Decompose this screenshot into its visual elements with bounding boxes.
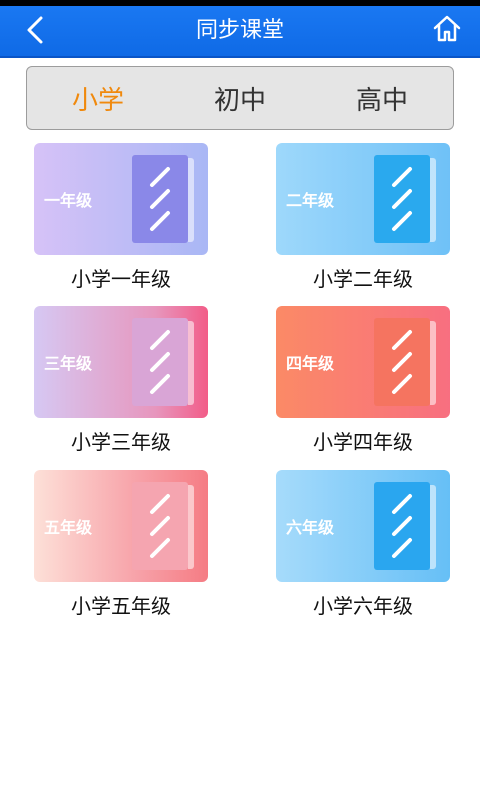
book-icon [132, 318, 194, 406]
book-icon [374, 482, 436, 570]
grade-card-2[interactable]: 二年级 [276, 143, 450, 255]
book-icon [374, 318, 436, 406]
grade-caption[interactable]: 小学一年级 [34, 263, 208, 292]
book-icon [132, 482, 194, 570]
tab-junior-high[interactable]: 初中 [169, 80, 311, 117]
book-icon [374, 155, 436, 243]
home-button[interactable] [430, 13, 464, 47]
grade-card-1[interactable]: 一年级 [34, 143, 208, 255]
book-icon [132, 155, 194, 243]
grade-card-6[interactable]: 六年级 [276, 470, 450, 582]
grade-card-label: 一年级 [44, 191, 93, 210]
school-level-tabs: 小学 初中 高中 [26, 66, 454, 130]
grade-card-label: 二年级 [286, 191, 335, 210]
grade-card-label: 三年级 [44, 354, 93, 373]
grade-caption[interactable]: 小学五年级 [34, 590, 208, 619]
grade-caption[interactable]: 小学三年级 [34, 426, 208, 455]
app-header: 同步课堂 [0, 6, 480, 58]
grade-card-5[interactable]: 五年级 [34, 470, 208, 582]
grade-caption[interactable]: 小学四年级 [276, 426, 450, 455]
tab-primary[interactable]: 小学 [27, 80, 169, 117]
grade-caption[interactable]: 小学六年级 [276, 590, 450, 619]
tab-senior-high[interactable]: 高中 [311, 80, 453, 117]
grade-card-label: 五年级 [44, 518, 93, 537]
grade-card-3[interactable]: 三年级 [34, 306, 208, 418]
grade-card-label: 六年级 [286, 518, 335, 537]
grade-caption[interactable]: 小学二年级 [276, 263, 450, 292]
grade-card-4[interactable]: 四年级 [276, 306, 450, 418]
page-title: 同步课堂 [195, 18, 284, 43]
home-icon [432, 13, 462, 47]
grade-card-label: 四年级 [286, 354, 335, 373]
